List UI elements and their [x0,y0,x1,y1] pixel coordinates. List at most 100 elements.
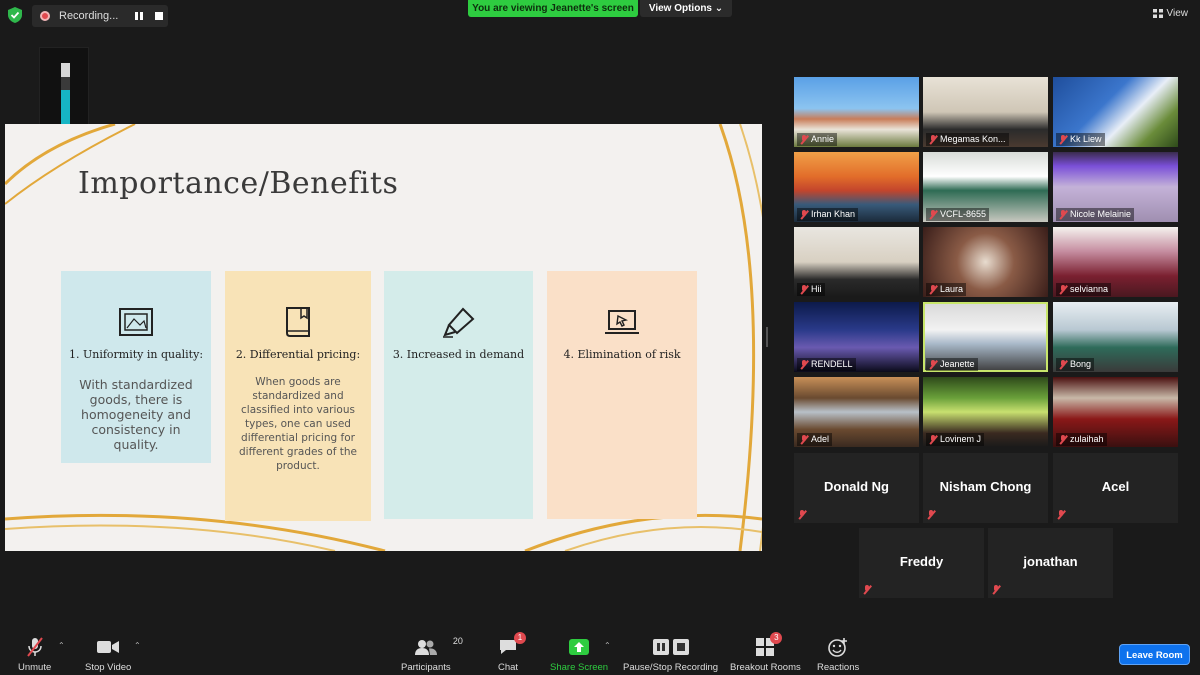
reactions-button[interactable]: Reactions [817,636,859,673]
video-tile-label: Megamas Kon... [926,133,1009,146]
video-tile[interactable]: selvianna [1053,227,1178,297]
share-screen-label: Share Screen [550,662,609,673]
video-tile-label: Annie [797,133,838,146]
video-tile[interactable]: VCFL-8655 [923,152,1048,222]
share-screen-arrow-icon [569,639,590,655]
participant-name: zulaihah [1070,434,1104,444]
microphone-muted-icon [800,135,808,144]
video-tile-label: Hii [797,283,825,296]
participant-name: Hii [811,284,822,294]
view-button[interactable]: View [1152,8,1189,19]
reactions-label: Reactions [817,662,860,673]
video-tile[interactable]: Annie [794,77,919,147]
pause-icon [135,12,143,20]
microphone-muted-icon [1059,285,1067,294]
breakout-rooms-badge: 3 [770,632,783,644]
video-tile[interactable]: Irhan Khan [794,152,919,222]
leave-room-button[interactable]: Leave Room [1119,644,1190,665]
video-tile-label: Irhan Khan [797,208,859,221]
participant-name: Adel [811,434,830,444]
recording-dot-icon [40,11,50,21]
shield-check-icon[interactable] [8,7,22,23]
video-tile[interactable]: Adel [794,377,919,447]
audio-options-caret[interactable]: ⌃ [58,641,65,650]
book-icon [286,307,310,337]
video-tile-label: Bong [1056,358,1095,371]
benefit-card-uniformity: 1. Uniformity in quality: With standardi… [61,271,211,463]
pause-stop-recording-button[interactable]: Pause/Stop Recording [623,636,718,673]
unmute-label: Unmute [18,662,52,673]
video-tile[interactable]: Jeanette [923,302,1048,372]
participant-name: selvianna [1070,284,1109,294]
video-tile[interactable]: Megamas Kon... [923,77,1048,147]
highlighter-icon [442,307,474,338]
view-options-button[interactable]: View Options ⌄ [640,0,732,17]
laptop-cursor-icon [605,310,639,334]
video-tile-label: Jeanette [926,358,978,371]
microphone-muted-icon [798,510,806,519]
video-tile-label: Nicole Melainie [1056,208,1135,221]
breakout-rooms-button[interactable]: 3 Breakout Rooms [730,632,801,673]
chat-button[interactable]: 1 Chat [498,632,527,673]
name-only-tile[interactable]: Acel [1053,453,1178,523]
smiley-plus-icon [828,638,848,657]
video-tile[interactable]: Bong [1053,302,1178,372]
participant-name: Nicole Melainie [1070,209,1132,219]
unmute-button[interactable]: Unmute [18,636,51,673]
participant-name: Laura [940,284,964,294]
participant-name: Annie [811,134,835,144]
participant-name: Acel [1101,479,1130,494]
participants-button[interactable]: 20 Participants [401,636,463,673]
card-heading: 2. Differential pricing: [235,348,361,361]
view-label: View [1166,8,1189,19]
benefit-card-pricing: 2. Differential pricing: When goods are … [225,271,371,521]
microphone-muted-icon [1059,210,1067,219]
video-options-caret[interactable]: ⌃ [134,641,141,650]
microphone-muted-icon [929,435,937,444]
participant-name: Donald Ng [824,479,889,494]
video-tile[interactable]: Kk Liew [1053,77,1178,147]
microphone-muted-icon [1057,510,1065,519]
participant-name: Jeanette [940,359,975,369]
video-tile[interactable]: Nicole Melainie [1053,152,1178,222]
recording-indicator: Recording... [32,5,168,27]
video-tile-label: Adel [797,433,833,446]
share-options-caret[interactable]: ⌃ [604,641,611,650]
pause-stop-recording-label: Pause/Stop Recording [623,662,719,673]
name-only-tile[interactable]: Nisham Chong [923,453,1048,523]
stop-video-label: Stop Video [85,662,132,673]
participants-icon [414,640,437,655]
participant-name: Irhan Khan [811,209,856,219]
microphone-muted-icon [1059,135,1067,144]
video-tile-label: RENDELL [797,358,856,371]
microphone-muted-icon [929,285,937,294]
video-tile[interactable]: zulaihah [1053,377,1178,447]
stop-video-button[interactable]: Stop Video [85,636,131,673]
panel-resize-handle[interactable] [766,327,768,347]
stop-recording-button[interactable] [150,9,168,23]
recording-label: Recording... [59,10,119,22]
chevron-down-icon: ⌄ [714,3,724,14]
chat-label: Chat [498,662,519,673]
participant-name: Lovinem J [940,434,982,444]
chat-unread-badge: 1 [514,632,527,644]
share-screen-button[interactable]: Share Screen [550,636,608,673]
card-heading: 1. Uniformity in quality: [68,348,204,361]
participant-name: Kk Liew [1070,134,1102,144]
microphone-muted-icon [992,585,1000,594]
video-tile-label: VCFL-8655 [926,208,990,221]
microphone-muted-icon [1059,435,1067,444]
name-only-tile[interactable]: Freddy [859,528,984,598]
benefit-card-risk: 4. Elimination of risk [547,271,697,519]
video-tile[interactable]: Hii [794,227,919,297]
pause-recording-button[interactable] [130,9,148,23]
video-tile[interactable]: RENDELL [794,302,919,372]
name-only-tile[interactable]: Donald Ng [794,453,919,523]
name-only-tile[interactable]: jonathan [988,528,1113,598]
pause-recording-icon [652,639,669,655]
video-tile[interactable]: Laura [923,227,1048,297]
microphone-muted-icon [929,135,937,144]
microphone-muted-icon [927,510,935,519]
video-tile[interactable]: Lovinem J [923,377,1048,447]
view-options-label: View Options [648,3,712,14]
